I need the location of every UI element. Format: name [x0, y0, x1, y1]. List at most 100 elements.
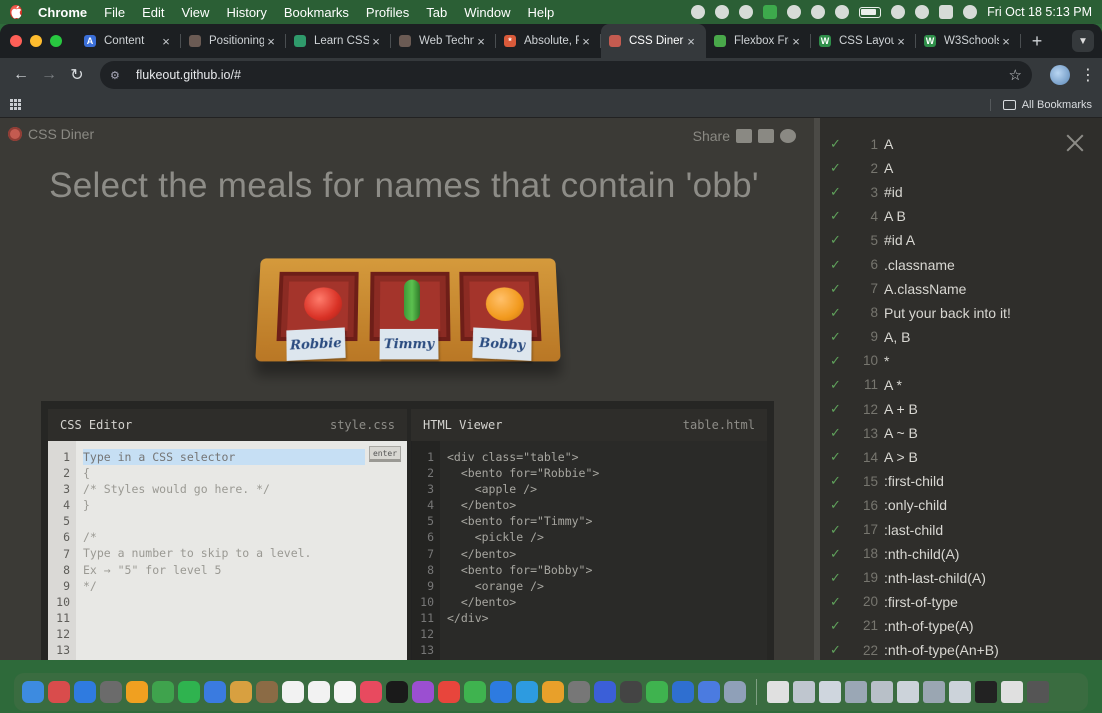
level-item[interactable]: ✓ 14 A > B — [830, 445, 1011, 469]
menu-window[interactable]: Window — [464, 5, 510, 20]
dock-app-icon[interactable] — [74, 681, 96, 703]
dock-app-icon[interactable] — [282, 681, 304, 703]
menu-history[interactable]: History — [226, 5, 266, 20]
wifi-icon[interactable] — [891, 5, 905, 19]
level-item[interactable]: ✓ 1 A — [830, 132, 1011, 156]
dock-recent-window-icon[interactable] — [767, 681, 789, 703]
dock-recent-window-icon[interactable] — [871, 681, 893, 703]
minimize-window-button[interactable] — [30, 35, 42, 47]
control-center-icon[interactable] — [939, 5, 953, 19]
dock-app-icon[interactable] — [126, 681, 148, 703]
menu-view[interactable]: View — [181, 5, 209, 20]
close-tab-icon[interactable]: × — [369, 34, 383, 49]
tab-search-button[interactable]: ▼ — [1072, 30, 1094, 52]
tab-3[interactable]: Web Techno× — [391, 24, 496, 58]
search-icon[interactable] — [915, 5, 929, 19]
close-tab-icon[interactable]: × — [264, 34, 278, 49]
level-item[interactable]: ✓ 17:last-child — [830, 518, 1011, 542]
tab-7[interactable]: WCSS Layout× — [811, 24, 916, 58]
dock-app-icon[interactable] — [178, 681, 200, 703]
menu-file[interactable]: File — [104, 5, 125, 20]
level-item[interactable]: ✓ 2 A — [830, 156, 1011, 180]
tab-0[interactable]: A Content × — [76, 24, 181, 58]
dock-app-icon[interactable] — [646, 681, 668, 703]
dock-recent-window-icon[interactable] — [923, 681, 945, 703]
battery-icon[interactable] — [859, 7, 881, 18]
dock-app-icon[interactable] — [698, 681, 720, 703]
dock-app-icon[interactable] — [490, 681, 512, 703]
profile-avatar[interactable] — [1050, 65, 1070, 85]
close-tab-icon[interactable]: × — [999, 34, 1013, 49]
dock-app-icon[interactable] — [256, 681, 278, 703]
dock-recent-window-icon[interactable] — [793, 681, 815, 703]
dock-app-icon[interactable] — [594, 681, 616, 703]
level-item[interactable]: ✓ 19:nth-last-child(A) — [830, 566, 1011, 590]
forward-button[interactable]: → — [36, 62, 62, 88]
site-info-icon[interactable]: ⚙ — [110, 69, 124, 82]
level-item[interactable]: ✓ 6 .classname — [830, 252, 1011, 276]
orange[interactable] — [485, 287, 524, 321]
level-item[interactable]: ✓ 11 A * — [830, 373, 1011, 397]
dock-app-icon[interactable] — [438, 681, 460, 703]
grammarly-icon[interactable] — [691, 5, 705, 19]
dock-app-icon[interactable] — [334, 681, 356, 703]
dock-app-icon[interactable] — [516, 681, 538, 703]
apps-grid-icon[interactable] — [10, 99, 22, 111]
all-bookmarks-button[interactable]: All Bookmarks — [990, 99, 1092, 111]
level-item[interactable]: ✓ 18:nth-child(A) — [830, 542, 1011, 566]
dock-app-icon[interactable] — [568, 681, 590, 703]
address-url[interactable]: flukeout.github.io/# — [136, 68, 241, 82]
close-tab-icon[interactable]: × — [894, 34, 908, 49]
back-button[interactable]: ← — [8, 62, 34, 88]
dock-app-icon[interactable] — [152, 681, 174, 703]
dock-recent-window-icon[interactable] — [975, 681, 997, 703]
dock-recent-window-icon[interactable] — [819, 681, 841, 703]
dock-app-icon[interactable] — [464, 681, 486, 703]
dock-recent-window-icon[interactable] — [897, 681, 919, 703]
menu-tab[interactable]: Tab — [426, 5, 447, 20]
siri-icon[interactable] — [963, 5, 977, 19]
chrome-menu-icon[interactable]: ⋮ — [1080, 65, 1094, 85]
css-selector-input[interactable] — [83, 449, 365, 465]
dock-app-icon[interactable] — [620, 681, 642, 703]
menu-profiles[interactable]: Profiles — [366, 5, 409, 20]
tab-8[interactable]: W W3Schools × — [916, 24, 1021, 58]
dock-recent-window-icon[interactable] — [1001, 681, 1023, 703]
dock-app-icon[interactable] — [360, 681, 382, 703]
app-status-icon[interactable] — [763, 5, 777, 19]
dock-app-icon[interactable] — [386, 681, 408, 703]
level-item[interactable]: ✓ 12 A + B — [830, 397, 1011, 421]
level-item[interactable]: ✓ 8 Put your back into it! — [830, 301, 1011, 325]
pickle[interactable] — [404, 280, 420, 321]
bluetooth-icon[interactable] — [835, 5, 849, 19]
level-item[interactable]: ✓ 3 #id — [830, 180, 1011, 204]
zoom-window-button[interactable] — [50, 35, 62, 47]
dock-recent-window-icon[interactable] — [1027, 681, 1049, 703]
creative-cloud-icon[interactable] — [739, 5, 753, 19]
level-item[interactable]: ✓ 15:first-child — [830, 469, 1011, 493]
tab-4[interactable]: * Absolute, R × — [496, 24, 601, 58]
level-item[interactable]: ✓ 16:only-child — [830, 493, 1011, 517]
play-icon[interactable] — [811, 5, 825, 19]
menu-bookmarks[interactable]: Bookmarks — [284, 5, 349, 20]
menu-app-name[interactable]: Chrome — [38, 5, 87, 20]
airdrop-icon[interactable] — [787, 5, 801, 19]
dock-app-icon[interactable] — [230, 681, 252, 703]
twitter-icon[interactable] — [780, 129, 796, 143]
tab-1[interactable]: Positioning × — [181, 24, 286, 58]
cloud-icon[interactable] — [715, 5, 729, 19]
close-tab-icon[interactable]: × — [684, 34, 698, 49]
dock-app-icon[interactable] — [22, 681, 44, 703]
level-item[interactable]: ✓ 9 A, B — [830, 325, 1011, 349]
tab-2[interactable]: Learn CSS × — [286, 24, 391, 58]
level-item[interactable]: ✓ 21:nth-of-type(A) — [830, 614, 1011, 638]
close-tab-icon[interactable]: × — [579, 34, 593, 49]
apple-logo-icon[interactable] — [10, 5, 22, 19]
menu-edit[interactable]: Edit — [142, 5, 164, 20]
level-item[interactable]: ✓ 5 #id A — [830, 228, 1011, 252]
close-tab-icon[interactable]: × — [159, 34, 173, 49]
close-window-button[interactable] — [10, 35, 22, 47]
dock-app-icon[interactable] — [48, 681, 70, 703]
level-item[interactable]: ✓ 10 * — [830, 349, 1011, 373]
dock-recent-window-icon[interactable] — [949, 681, 971, 703]
